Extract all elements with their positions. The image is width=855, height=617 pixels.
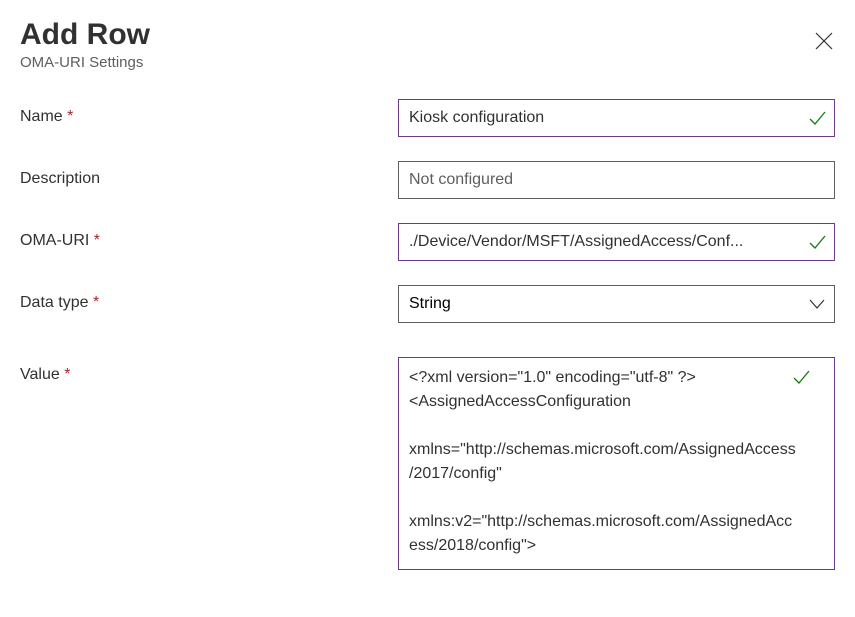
description-input[interactable] [398, 161, 835, 199]
omauri-input[interactable] [398, 223, 835, 261]
required-indicator: * [64, 366, 70, 383]
datatype-select[interactable]: String [398, 285, 835, 323]
close-icon [813, 30, 835, 52]
name-label: Name * [20, 99, 398, 126]
required-indicator: * [94, 232, 100, 249]
name-input[interactable] [398, 99, 835, 137]
required-indicator: * [67, 108, 73, 125]
omauri-label: OMA-URI * [20, 223, 398, 250]
close-button[interactable] [813, 30, 835, 52]
required-indicator: * [93, 294, 99, 311]
description-label: Description [20, 161, 398, 188]
panel-subtitle: OMA-URI Settings [20, 54, 150, 71]
value-label: Value * [20, 357, 398, 384]
value-textarea[interactable] [398, 357, 835, 570]
panel-title: Add Row [20, 18, 150, 52]
datatype-label: Data type * [20, 285, 398, 312]
